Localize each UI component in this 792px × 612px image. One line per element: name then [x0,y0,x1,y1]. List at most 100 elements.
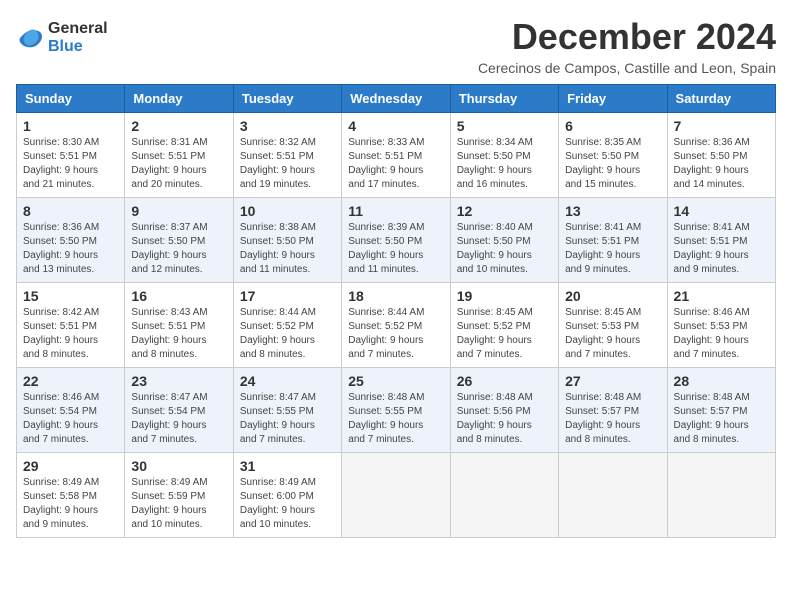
month-title: December 2024 [478,16,776,58]
day-info: Sunrise: 8:46 AMSunset: 5:53 PMDaylight:… [674,307,750,360]
day-number: 6 [565,118,660,134]
day-number: 14 [674,203,769,219]
calendar-day-5: 5 Sunrise: 8:34 AMSunset: 5:50 PMDaylight… [450,113,558,198]
day-number: 16 [131,288,226,304]
day-number: 22 [23,373,118,389]
day-number: 28 [674,373,769,389]
calendar-week-3: 15Sunrise: 8:42 AMSunset: 5:51 PMDayligh… [17,283,776,368]
col-header-tuesday: Tuesday [233,85,341,113]
day-number: 2 [131,118,226,134]
calendar-day-1: 1Sunrise: 8:30 AMSunset: 5:51 PMDaylight… [17,113,125,198]
calendar-cell: 15Sunrise: 8:42 AMSunset: 5:51 PMDayligh… [17,283,125,368]
calendar-cell: 29 Sunrise: 8:49 AMSunset: 5:58 PMDayligh… [17,453,125,538]
col-header-saturday: Saturday [667,85,775,113]
day-info: Sunrise: 8:44 AMSunset: 5:52 PMDaylight:… [240,307,316,360]
logo-general: General [48,20,108,38]
day-info: Sunrise: 8:31 AMSunset: 5:51 PMDaylight:… [131,137,207,190]
day-number: 25 [348,373,443,389]
day-number: 29 [23,458,118,474]
day-number: 9 [131,203,226,219]
day-info: Sunrise: 8:49 AMSunset: 6:00 PMDaylight:… [240,477,316,530]
day-number: 21 [674,288,769,304]
calendar-day-3: 3 Sunrise: 8:32 AMSunset: 5:51 PMDaylight… [233,113,341,198]
calendar-cell: 16Sunrise: 8:43 AMSunset: 5:51 PMDayligh… [125,283,233,368]
day-info: Sunrise: 8:48 AMSunset: 5:56 PMDaylight:… [457,392,533,445]
calendar-cell: 31 Sunrise: 8:49 AMSunset: 6:00 PMDayligh… [233,453,341,538]
logo-blue: Blue [48,38,108,56]
calendar-cell: 14 Sunrise: 8:41 AMSunset: 5:51 PMDayligh… [667,198,775,283]
day-number: 12 [457,203,552,219]
day-info: Sunrise: 8:39 AMSunset: 5:50 PMDaylight:… [348,222,424,275]
day-info: Sunrise: 8:34 AMSunset: 5:50 PMDaylight:… [457,137,533,190]
calendar: SundayMondayTuesdayWednesdayThursdayFrid… [16,84,776,538]
calendar-cell: 25 Sunrise: 8:48 AMSunset: 5:55 PMDayligh… [342,368,450,453]
calendar-cell: 23 Sunrise: 8:47 AMSunset: 5:54 PMDayligh… [125,368,233,453]
calendar-day-2: 2 Sunrise: 8:31 AMSunset: 5:51 PMDaylight… [125,113,233,198]
calendar-week-4: 22 Sunrise: 8:46 AMSunset: 5:54 PMDayligh… [17,368,776,453]
calendar-week-5: 29 Sunrise: 8:49 AMSunset: 5:58 PMDayligh… [17,453,776,538]
subtitle: Cerecinos de Campos, Castille and Leon, … [478,60,776,76]
logo-icon [16,24,44,52]
day-info: Sunrise: 8:49 AMSunset: 5:59 PMDaylight:… [131,477,207,530]
calendar-cell: 20 Sunrise: 8:45 AMSunset: 5:53 PMDayligh… [559,283,667,368]
day-info: Sunrise: 8:36 AMSunset: 5:50 PMDaylight:… [674,137,750,190]
day-number: 11 [348,203,443,219]
calendar-cell: 30 Sunrise: 8:49 AMSunset: 5:59 PMDayligh… [125,453,233,538]
col-header-friday: Friday [559,85,667,113]
calendar-day-7: 7 Sunrise: 8:36 AMSunset: 5:50 PMDaylight… [667,113,775,198]
calendar-cell: 9Sunrise: 8:37 AMSunset: 5:50 PMDaylight… [125,198,233,283]
day-info: Sunrise: 8:41 AMSunset: 5:51 PMDaylight:… [674,222,750,275]
calendar-cell: 12 Sunrise: 8:40 AMSunset: 5:50 PMDayligh… [450,198,558,283]
day-number: 4 [348,118,443,134]
day-info: Sunrise: 8:47 AMSunset: 5:55 PMDaylight:… [240,392,316,445]
calendar-week-1: 1Sunrise: 8:30 AMSunset: 5:51 PMDaylight… [17,113,776,198]
col-header-sunday: Sunday [17,85,125,113]
calendar-cell: 19 Sunrise: 8:45 AMSunset: 5:52 PMDayligh… [450,283,558,368]
day-number: 13 [565,203,660,219]
day-number: 20 [565,288,660,304]
day-info: Sunrise: 8:45 AMSunset: 5:53 PMDaylight:… [565,307,641,360]
calendar-cell: 11 Sunrise: 8:39 AMSunset: 5:50 PMDayligh… [342,198,450,283]
calendar-day-6: 6Sunrise: 8:35 AMSunset: 5:50 PMDaylight… [559,113,667,198]
day-info: Sunrise: 8:33 AMSunset: 5:51 PMDaylight:… [348,137,424,190]
day-number: 27 [565,373,660,389]
day-info: Sunrise: 8:46 AMSunset: 5:54 PMDaylight:… [23,392,99,445]
day-info: Sunrise: 8:49 AMSunset: 5:58 PMDaylight:… [23,477,99,530]
day-number: 26 [457,373,552,389]
calendar-cell: 13 Sunrise: 8:41 AMSunset: 5:51 PMDayligh… [559,198,667,283]
day-info: Sunrise: 8:48 AMSunset: 5:57 PMDaylight:… [565,392,641,445]
logo-text: General Blue [48,20,108,55]
day-number: 19 [457,288,552,304]
day-info: Sunrise: 8:38 AMSunset: 5:50 PMDaylight:… [240,222,316,275]
calendar-day-4: 4 Sunrise: 8:33 AMSunset: 5:51 PMDaylight… [342,113,450,198]
day-number: 7 [674,118,769,134]
day-number: 5 [457,118,552,134]
day-number: 30 [131,458,226,474]
day-info: Sunrise: 8:32 AMSunset: 5:51 PMDaylight:… [240,137,316,190]
calendar-cell: 27 Sunrise: 8:48 AMSunset: 5:57 PMDayligh… [559,368,667,453]
calendar-cell: 18Sunrise: 8:44 AMSunset: 5:52 PMDayligh… [342,283,450,368]
calendar-cell [450,453,558,538]
day-number: 15 [23,288,118,304]
calendar-week-2: 8Sunrise: 8:36 AMSunset: 5:50 PMDaylight… [17,198,776,283]
day-info: Sunrise: 8:40 AMSunset: 5:50 PMDaylight:… [457,222,533,275]
day-info: Sunrise: 8:47 AMSunset: 5:54 PMDaylight:… [131,392,207,445]
header-row: SundayMondayTuesdayWednesdayThursdayFrid… [17,85,776,113]
day-number: 18 [348,288,443,304]
calendar-cell: 8Sunrise: 8:36 AMSunset: 5:50 PMDaylight… [17,198,125,283]
calendar-cell: 24Sunrise: 8:47 AMSunset: 5:55 PMDayligh… [233,368,341,453]
calendar-cell: 10 Sunrise: 8:38 AMSunset: 5:50 PMDayligh… [233,198,341,283]
calendar-cell [667,453,775,538]
calendar-cell: 28 Sunrise: 8:48 AMSunset: 5:57 PMDayligh… [667,368,775,453]
day-info: Sunrise: 8:45 AMSunset: 5:52 PMDaylight:… [457,307,533,360]
calendar-cell [559,453,667,538]
day-info: Sunrise: 8:30 AMSunset: 5:51 PMDaylight:… [23,137,99,190]
day-number: 23 [131,373,226,389]
day-info: Sunrise: 8:48 AMSunset: 5:55 PMDaylight:… [348,392,424,445]
col-header-monday: Monday [125,85,233,113]
day-number: 31 [240,458,335,474]
day-info: Sunrise: 8:41 AMSunset: 5:51 PMDaylight:… [565,222,641,275]
day-info: Sunrise: 8:48 AMSunset: 5:57 PMDaylight:… [674,392,750,445]
day-number: 3 [240,118,335,134]
day-number: 10 [240,203,335,219]
